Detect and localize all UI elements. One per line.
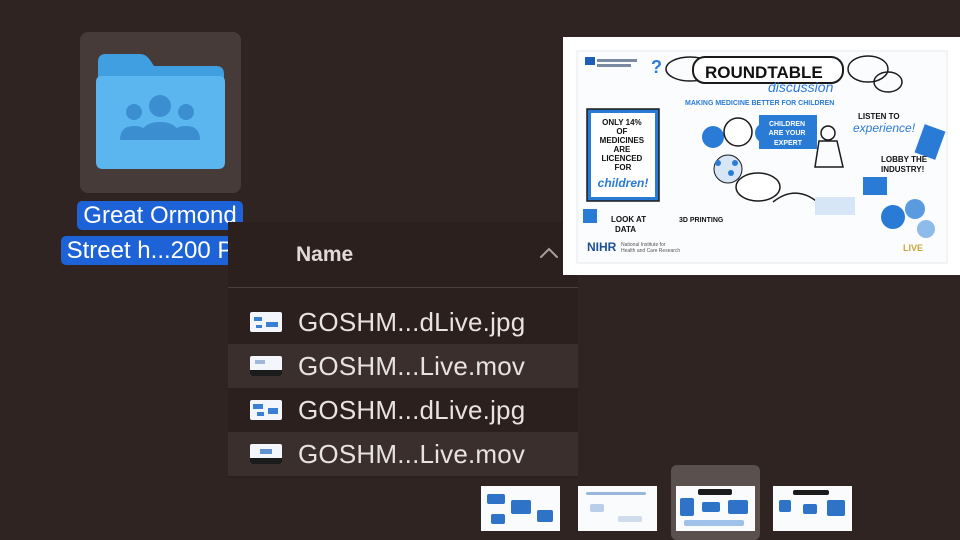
file-name: GOSHM...dLive.jpg [298,394,526,425]
filmstrip-thumbnail[interactable] [578,486,657,531]
look-line: DATA [615,225,636,234]
filmstrip-thumbnail[interactable] [481,486,560,531]
file-name: GOSHM...dLive.jpg [298,306,526,337]
preview-image: ? ROUNDTABLE discussion MAKING MEDICINE … [563,37,960,275]
list-header[interactable]: Name [228,222,578,288]
listen-line: experience! [853,121,916,135]
stat-line: ONLY 14% [602,118,642,127]
name-column-header[interactable]: Name [296,243,353,267]
file-row[interactable]: GOSHM...dLive.jpg [228,388,578,432]
filmstrip-thumbnail[interactable] [773,486,852,531]
folder-people-icon [96,54,225,169]
file-name: GOSHM...Live.mov [298,438,526,469]
video-thumbnail-icon [250,356,282,376]
nihr-sub: Health and Care Research [621,248,680,254]
file-list: Name GOSHM...dLive.jpg GOSHM...Live.mov … [228,222,578,478]
stat-line: OF [616,127,627,136]
live-logo-text: LIVE [903,243,923,253]
look-line: LOOK AT [611,215,646,224]
stat-line: LICENCED [601,154,642,163]
svg-text:LOBBY THE INDUSTRY!: LOBBY THE INDUSTRY! [881,155,929,174]
expert-line: ARE YOUR [769,130,806,137]
svg-text:CHILDREN ARE YOUR: CHILDREN ARE YOUR EXPERT [769,121,808,147]
stat-line: ARE [613,145,631,154]
video-thumbnail-icon [250,444,282,464]
image-thumbnail-icon [250,400,282,420]
file-name: GOSHM...Live.mov [298,350,526,381]
stat-line: FOR [615,163,632,172]
file-row[interactable]: GOSHM...Live.mov [228,344,578,388]
file-row[interactable]: GOSHM...Live.mov [228,432,578,476]
chevron-up-icon[interactable] [538,244,560,262]
lobby-line: INDUSTRY! [881,165,924,174]
file-row[interactable]: GOSHM...dLive.jpg [228,300,578,344]
lobby-line: LOBBY THE [881,155,928,164]
nihr-logo-text: NIHR [587,240,617,254]
listen-line: LISTEN TO [858,112,900,121]
expert-line: EXPERT [774,140,803,147]
folder-name-line1: Great Ormond [77,201,243,230]
expert-line: CHILDREN [769,121,805,128]
filmstrip-thumbnail[interactable] [676,486,755,531]
preview-tagline: MAKING MEDICINE BETTER FOR CHILDREN [685,100,834,107]
svg-text:?: ? [651,57,662,77]
printing-label: 3D PRINTING [679,217,724,224]
shared-folder-icon-tile[interactable] [80,32,241,193]
stat-line: children! [598,176,649,190]
image-thumbnail-icon [250,312,282,332]
preview-subtitle: discussion [768,79,834,95]
svg-text:LISTEN TO: LISTEN TO [858,112,900,121]
stat-line: MEDICINES [600,136,645,145]
